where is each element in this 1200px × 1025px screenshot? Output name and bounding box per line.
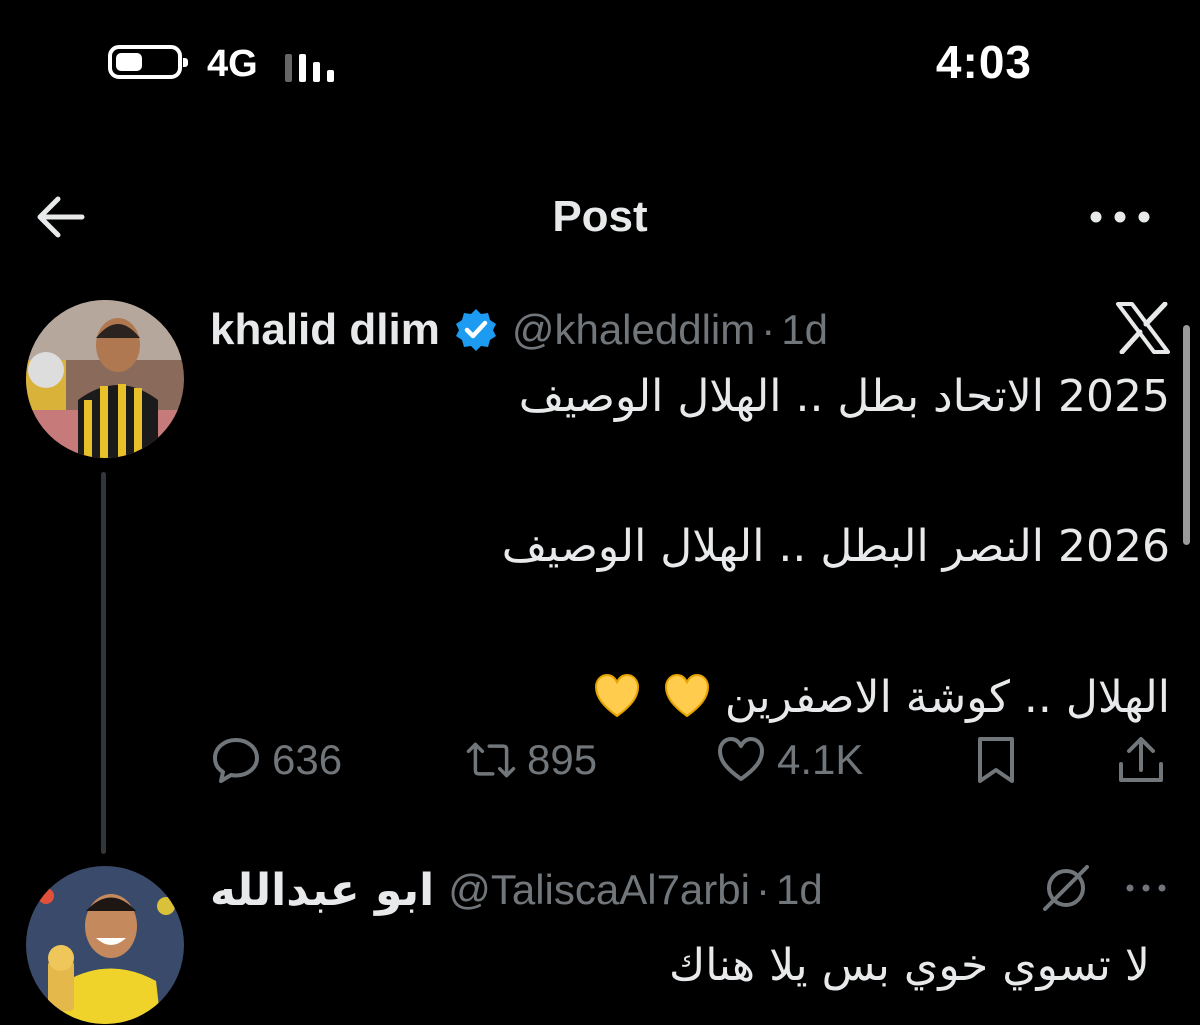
avatar-photo — [26, 300, 184, 458]
heart-outline-icon — [718, 737, 764, 781]
post-line-4 — [270, 572, 1170, 622]
battery-icon — [108, 45, 188, 79]
reply-header: ابو عبدالله @TaliscaAl7arbi · 1d — [210, 860, 823, 920]
more-options-button[interactable] — [1080, 192, 1160, 242]
post-line-2 — [270, 422, 1170, 472]
repost-button[interactable]: 895 — [465, 730, 597, 790]
reply-button[interactable]: 636 — [210, 730, 342, 790]
page-title: Post — [552, 192, 648, 241]
bookmark-button[interactable] — [970, 730, 1022, 790]
avatar-photo — [26, 866, 184, 1024]
battery-level — [116, 53, 142, 71]
post-line-3: 2026 النصر البطل .. الهلال الوصيف — [501, 521, 1170, 572]
like-count: 4.1K — [777, 736, 864, 783]
share-button[interactable] — [1115, 730, 1167, 790]
repost-count: 895 — [527, 736, 598, 783]
post-actions: 636 895 4.1K — [210, 730, 1170, 790]
thread-connector-line — [101, 472, 106, 854]
share-icon — [1119, 737, 1163, 782]
post-text: 2025 الاتحاد بطل .. الهلال الوصيف 2026 ا… — [270, 371, 1170, 723]
top-nav: Post — [0, 180, 1200, 255]
post-line-5-wrap: الهلال .. كوشة الاصفرين — [270, 672, 1170, 723]
yellow-heart-icon — [593, 672, 641, 720]
repost-icon — [466, 742, 516, 778]
grok-icon[interactable] — [1040, 862, 1092, 914]
reply-author-avatar[interactable] — [26, 866, 184, 1024]
reply-author-handle[interactable]: @TaliscaAl7arbi — [448, 866, 750, 914]
x-logo-icon — [1115, 301, 1171, 355]
post-time[interactable]: 1d — [781, 306, 828, 354]
author-avatar[interactable] — [26, 300, 184, 458]
post-line-1: 2025 الاتحاد بطل .. الهلال الوصيف — [518, 371, 1170, 422]
post-line-5: الهلال .. كوشة الاصفرين — [724, 672, 1170, 723]
more-horizontal-icon — [1126, 884, 1166, 892]
post-header: khalid dlim @khaleddlim · 1d — [210, 300, 828, 360]
author-name[interactable]: khalid dlim — [210, 305, 440, 355]
bookmark-icon — [978, 737, 1014, 783]
reply-more-options-button[interactable] — [1120, 862, 1172, 914]
reply-time[interactable]: 1d — [776, 866, 823, 914]
verified-badge-icon — [452, 306, 500, 354]
status-time: 4:03 — [935, 36, 1032, 88]
more-horizontal-icon — [1090, 211, 1150, 223]
reply-count: 636 — [272, 736, 343, 783]
reply-author-name[interactable]: ابو عبدالله — [210, 865, 434, 916]
reply-text: لا تسوي خوي بس يلا هناك — [668, 940, 1150, 991]
separator-dot: · — [755, 866, 770, 913]
status-bar: 4G 4:03 — [0, 30, 1200, 100]
scrollbar[interactable] — [1183, 325, 1190, 545]
signal-strength-icon — [285, 44, 345, 82]
network-type: 4G — [207, 43, 258, 85]
author-handle[interactable]: @khaleddlim — [512, 306, 755, 354]
yellow-heart-icon — [663, 672, 711, 720]
reply-icon — [213, 738, 259, 783]
separator-dot: · — [761, 306, 776, 353]
like-button[interactable]: 4.1K — [715, 730, 863, 790]
